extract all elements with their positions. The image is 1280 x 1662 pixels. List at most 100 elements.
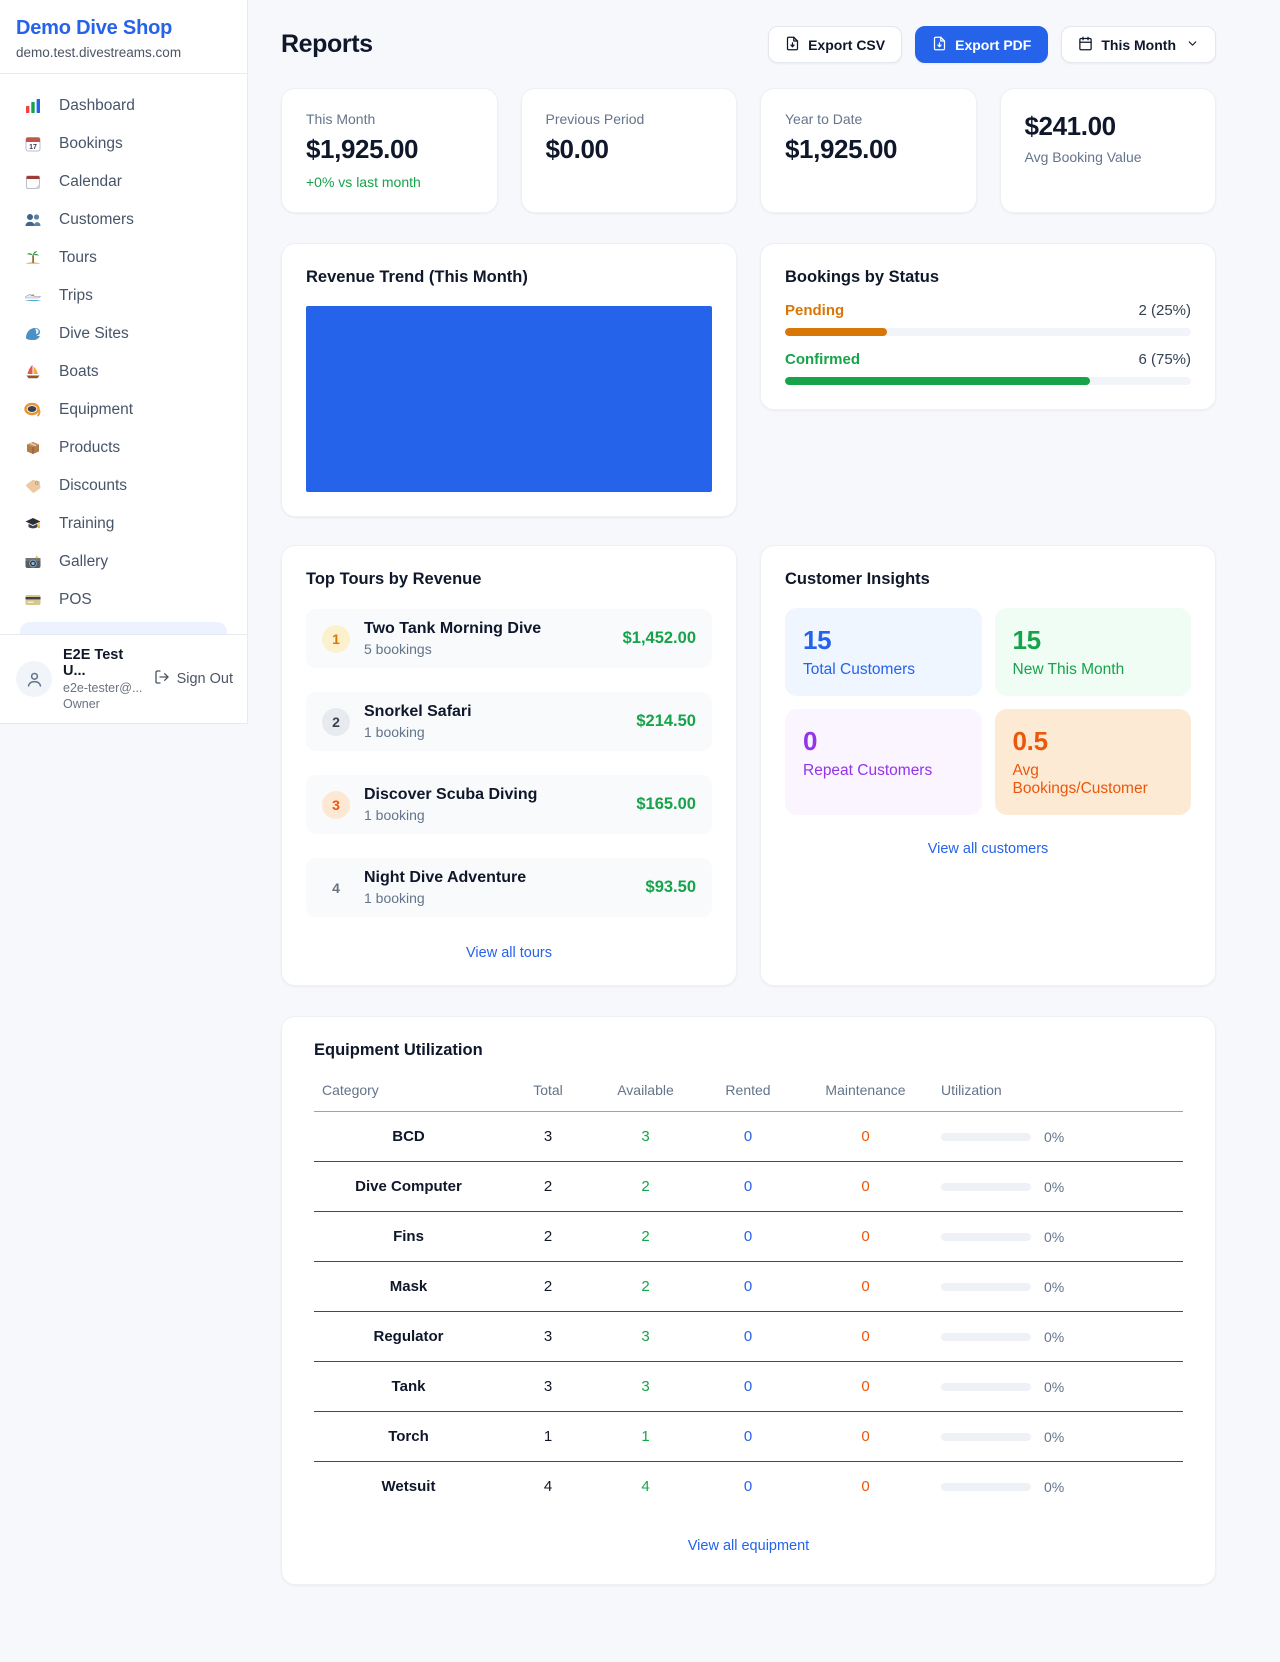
stat-label: This Month bbox=[306, 111, 473, 127]
sign-out-icon bbox=[154, 669, 170, 689]
sidebar-item-label: Trips bbox=[59, 287, 93, 305]
cell-maintenance: 0 bbox=[798, 1112, 933, 1162]
charts-row: Revenue Trend (This Month) Bookings by S… bbox=[281, 243, 1216, 517]
sidebar-item-equipment[interactable]: Equipment bbox=[12, 391, 235, 429]
tour-bookings: 5 bookings bbox=[364, 641, 609, 657]
table-row: Torch 1 1 0 0 0% bbox=[314, 1412, 1183, 1462]
sidebar-item-label: Equipment bbox=[59, 401, 133, 419]
cell-category: BCD bbox=[314, 1112, 503, 1162]
sidebar-item-tours[interactable]: Tours bbox=[12, 239, 235, 277]
tile-label: New This Month bbox=[1013, 661, 1174, 679]
sidebar-item-label: Bookings bbox=[59, 135, 123, 153]
tile-repeat-customers: 0 Repeat Customers bbox=[785, 709, 982, 815]
sidebar-item-dashboard[interactable]: Dashboard bbox=[12, 87, 235, 125]
sidebar-item-training[interactable]: Training bbox=[12, 505, 235, 543]
rank-badge: 3 bbox=[322, 791, 350, 819]
utilization-bar bbox=[941, 1283, 1031, 1291]
sidebar-item-trips[interactable]: Trips bbox=[12, 277, 235, 315]
sidebar-item-gallery[interactable]: Gallery bbox=[12, 543, 235, 581]
tile-avg-bookings-customer: 0.5 Avg Bookings/Customer bbox=[995, 709, 1192, 815]
sidebar-item-customers[interactable]: Customers bbox=[12, 201, 235, 239]
tour-row[interactable]: 3 Discover Scuba Diving 1 booking $165.0… bbox=[306, 775, 712, 834]
camera-icon bbox=[23, 553, 43, 571]
cell-maintenance: 0 bbox=[798, 1262, 933, 1312]
tour-amount: $165.00 bbox=[636, 795, 696, 814]
wave-icon bbox=[23, 325, 43, 343]
stat-delta: +0% vs last month bbox=[306, 174, 473, 190]
sidebar-item-products[interactable]: Products bbox=[12, 429, 235, 467]
sidebar-item-calendar[interactable]: Calendar bbox=[12, 163, 235, 201]
view-all-equipment-link[interactable]: View all equipment bbox=[314, 1538, 1183, 1554]
sidebar-item-boats[interactable]: Boats bbox=[12, 353, 235, 391]
export-csv-button[interactable]: Export CSV bbox=[768, 26, 902, 63]
island-palm-icon bbox=[23, 249, 43, 267]
progress-track bbox=[785, 377, 1191, 385]
tour-bookings: 1 booking bbox=[364, 890, 632, 906]
sidebar-item-pos[interactable]: POS bbox=[12, 581, 235, 619]
table-row: Regulator 3 3 0 0 0% bbox=[314, 1312, 1183, 1362]
export-pdf-button[interactable]: Export PDF bbox=[915, 26, 1048, 63]
revenue-trend-panel: Revenue Trend (This Month) bbox=[281, 243, 737, 517]
utilization-bar bbox=[941, 1433, 1031, 1441]
progress-fill bbox=[785, 377, 1090, 385]
table-row: Fins 2 2 0 0 0% bbox=[314, 1212, 1183, 1262]
period-select[interactable]: This Month bbox=[1061, 26, 1216, 63]
sidebar-user-footer: E2E Test U... e2e-tester@... Owner Sign … bbox=[0, 634, 247, 723]
main-content: Reports Export CSV Export PDF This Month… bbox=[248, 0, 1280, 1662]
status-row-pending: Pending 2 (25%) bbox=[785, 302, 1191, 336]
view-all-tours-link[interactable]: View all tours bbox=[306, 945, 712, 961]
sidebar-item-label: Boats bbox=[59, 363, 99, 381]
tour-amount: $214.50 bbox=[636, 712, 696, 731]
cell-available: 3 bbox=[593, 1112, 698, 1162]
tour-bookings: 1 booking bbox=[364, 724, 622, 740]
sidebar-item-label: Dive Sites bbox=[59, 325, 129, 343]
export-csv-label: Export CSV bbox=[808, 37, 885, 53]
tour-name: Discover Scuba Diving bbox=[364, 786, 622, 804]
tour-amount: $93.50 bbox=[646, 878, 696, 897]
status-label: Confirmed bbox=[785, 351, 860, 368]
stat-card-previous-period: Previous Period $0.00 bbox=[521, 88, 738, 213]
progress-fill bbox=[785, 328, 887, 336]
sidebar-item-dive-sites[interactable]: Dive Sites bbox=[12, 315, 235, 353]
sidebar-item-reports-partial[interactable] bbox=[20, 622, 227, 634]
top-tours-title: Top Tours by Revenue bbox=[306, 570, 712, 589]
utilization-bar bbox=[941, 1233, 1031, 1241]
tour-row[interactable]: 1 Two Tank Morning Dive 5 bookings $1,45… bbox=[306, 609, 712, 668]
user-role: Owner bbox=[63, 697, 143, 711]
stat-label: Avg Booking Value bbox=[1025, 149, 1192, 165]
tour-row[interactable]: 4 Night Dive Adventure 1 booking $93.50 bbox=[306, 858, 712, 917]
table-row: Wetsuit 4 4 0 0 0% bbox=[314, 1462, 1183, 1512]
tour-amount: $1,452.00 bbox=[623, 629, 696, 648]
speedboat-icon bbox=[23, 287, 43, 305]
progress-track bbox=[785, 328, 1191, 336]
header-actions: Export CSV Export PDF This Month bbox=[768, 26, 1216, 63]
people-icon bbox=[23, 211, 43, 229]
stat-value: $241.00 bbox=[1025, 111, 1192, 142]
cell-total: 3 bbox=[503, 1362, 593, 1412]
cell-rented: 0 bbox=[698, 1462, 798, 1512]
tag-icon bbox=[23, 477, 43, 495]
stat-card-year-to-date: Year to Date $1,925.00 bbox=[760, 88, 977, 213]
tour-name: Night Dive Adventure bbox=[364, 869, 632, 887]
cell-available: 2 bbox=[593, 1162, 698, 1212]
sidebar-item-discounts[interactable]: Discounts bbox=[12, 467, 235, 505]
cell-available: 3 bbox=[593, 1362, 698, 1412]
stat-card-this-month: This Month $1,925.00 +0% vs last month bbox=[281, 88, 498, 213]
cell-category: Mask bbox=[314, 1262, 503, 1312]
svg-text:17: 17 bbox=[29, 144, 37, 151]
cell-total: 4 bbox=[503, 1462, 593, 1512]
utilization-bar bbox=[941, 1133, 1031, 1141]
cell-rented: 0 bbox=[698, 1362, 798, 1412]
customer-insights-panel: Customer Insights 15 Total Customers 15 … bbox=[760, 545, 1216, 986]
tour-row[interactable]: 2 Snorkel Safari 1 booking $214.50 bbox=[306, 692, 712, 751]
sidebar: Demo Dive Shop demo.test.divestreams.com… bbox=[0, 0, 248, 724]
bookings-by-status-title: Bookings by Status bbox=[785, 268, 1191, 287]
sidebar-item-label: Tours bbox=[59, 249, 97, 267]
sign-out-button[interactable]: Sign Out bbox=[154, 669, 233, 689]
sidebar-item-label: Dashboard bbox=[59, 97, 135, 115]
sidebar-item-bookings[interactable]: 17 Bookings bbox=[12, 125, 235, 163]
stat-value: $0.00 bbox=[546, 134, 713, 165]
utilization-percent: 0% bbox=[1044, 1129, 1064, 1145]
mid-row: Top Tours by Revenue 1 Two Tank Morning … bbox=[281, 545, 1216, 986]
view-all-customers-link[interactable]: View all customers bbox=[785, 841, 1191, 857]
